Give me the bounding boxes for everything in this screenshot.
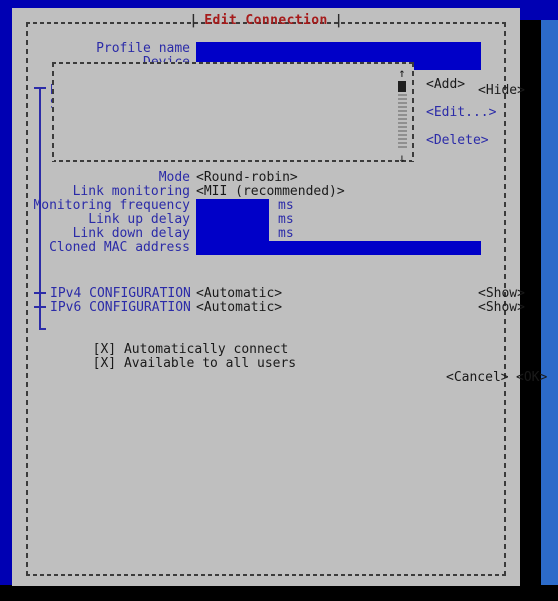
link-up-delay-input[interactable]: 0_________ — [196, 213, 269, 227]
listbox-border-bottom — [52, 160, 414, 162]
listbox-border-right — [412, 62, 414, 162]
dialog-frame-left — [26, 22, 28, 574]
ipv6-method-select[interactable]: <Automatic> — [196, 301, 282, 315]
dialog-body: Profile name Bond connection 1__________… — [30, 32, 547, 572]
mode-select[interactable]: <Round-robin> — [196, 171, 298, 185]
ipv4-configuration-label: IPv4 CONFIGURATION — [50, 286, 191, 301]
dialog-frame-top — [26, 22, 506, 24]
dialog-title-bar: | Edit Connection | — [12, 14, 520, 28]
scrollbar-thumb[interactable] — [398, 81, 406, 92]
monitoring-frequency-unit: ms — [278, 198, 294, 213]
cloned-mac-filler: ________________________________________ — [261, 254, 481, 256]
bond-hide-button[interactable]: <Hide> — [478, 84, 525, 98]
dialog-frame-bottom — [26, 574, 506, 576]
available-to-all-users-mark: [X] — [92, 356, 117, 371]
slaves-list-box[interactable]: ↑ ↓ — [52, 62, 414, 164]
scroll-up-arrow-icon[interactable]: ↑ — [396, 67, 408, 79]
ipv6-section-bracket — [34, 301, 46, 315]
desktop-background-right — [540, 0, 558, 601]
add-slave-button[interactable]: <Add> — [426, 78, 465, 92]
ipv6-collapse-marker — [34, 306, 46, 308]
desktop-background-right-top — [540, 0, 558, 20]
ipv4-collapse-marker — [34, 292, 46, 294]
ipv6-show-button[interactable]: <Show> — [478, 301, 525, 315]
link-up-delay-label: Link up delay — [88, 212, 190, 227]
scroll-down-arrow-icon[interactable]: ↓ — [396, 152, 408, 164]
dialog-title: Edit Connection — [204, 13, 328, 28]
edit-slave-button[interactable]: <Edit...> — [426, 106, 496, 120]
link-down-delay-input[interactable]: 0_________ — [196, 227, 269, 241]
mode-label: Mode — [158, 170, 190, 185]
link-monitoring-label: Link monitoring — [72, 184, 190, 199]
listbox-border-left — [52, 62, 54, 162]
delete-slave-button[interactable]: <Delete> — [426, 134, 489, 148]
ipv6-configuration-label: IPv6 CONFIGURATION — [50, 300, 191, 315]
terminal-screen: | Edit Connection | Profile name Bond conn… — [0, 0, 558, 601]
link-down-delay-label: Link down delay — [72, 226, 190, 241]
ipv4-section-bracket — [34, 287, 46, 301]
scrollbar-track[interactable] — [397, 94, 407, 150]
dialog-shadow-bottom — [0, 585, 558, 601]
link-monitoring-select[interactable]: <MII (recommended)> — [196, 185, 345, 199]
link-up-delay-unit: ms — [278, 212, 294, 227]
monitoring-frequency-label: Monitoring frequency — [33, 198, 190, 213]
cloned-mac-input[interactable]: ________________________________________ — [196, 241, 481, 255]
slaves-scrollbar[interactable]: ↑ ↓ — [396, 67, 408, 164]
profile-name-input[interactable]: Bond connection 1____________________ — [196, 42, 481, 56]
title-separator-right: | — [334, 13, 343, 28]
cloned-mac-label: Cloned MAC address — [49, 240, 190, 255]
listbox-border-top — [52, 62, 414, 64]
available-to-all-users-label: Available to all users — [123, 356, 297, 371]
edit-connection-dialog: | Edit Connection | Profile name Bond conn… — [12, 8, 547, 586]
profile-name-label: Profile name — [96, 41, 190, 56]
monitoring-frequency-input[interactable]: 100_______ — [196, 199, 269, 213]
ipv4-method-select[interactable]: <Automatic> — [196, 287, 282, 301]
ipv4-show-button[interactable]: <Show> — [478, 287, 525, 301]
link-down-delay-unit: ms — [278, 226, 294, 241]
cancel-button[interactable]: <Cancel> — [446, 371, 509, 385]
desktop-background-left — [0, 0, 12, 590]
available-to-all-users-checkbox[interactable]: [X] Available to all users — [30, 343, 297, 385]
ok-button[interactable]: <OK> — [516, 371, 547, 385]
title-separator-left: | — [189, 13, 198, 28]
